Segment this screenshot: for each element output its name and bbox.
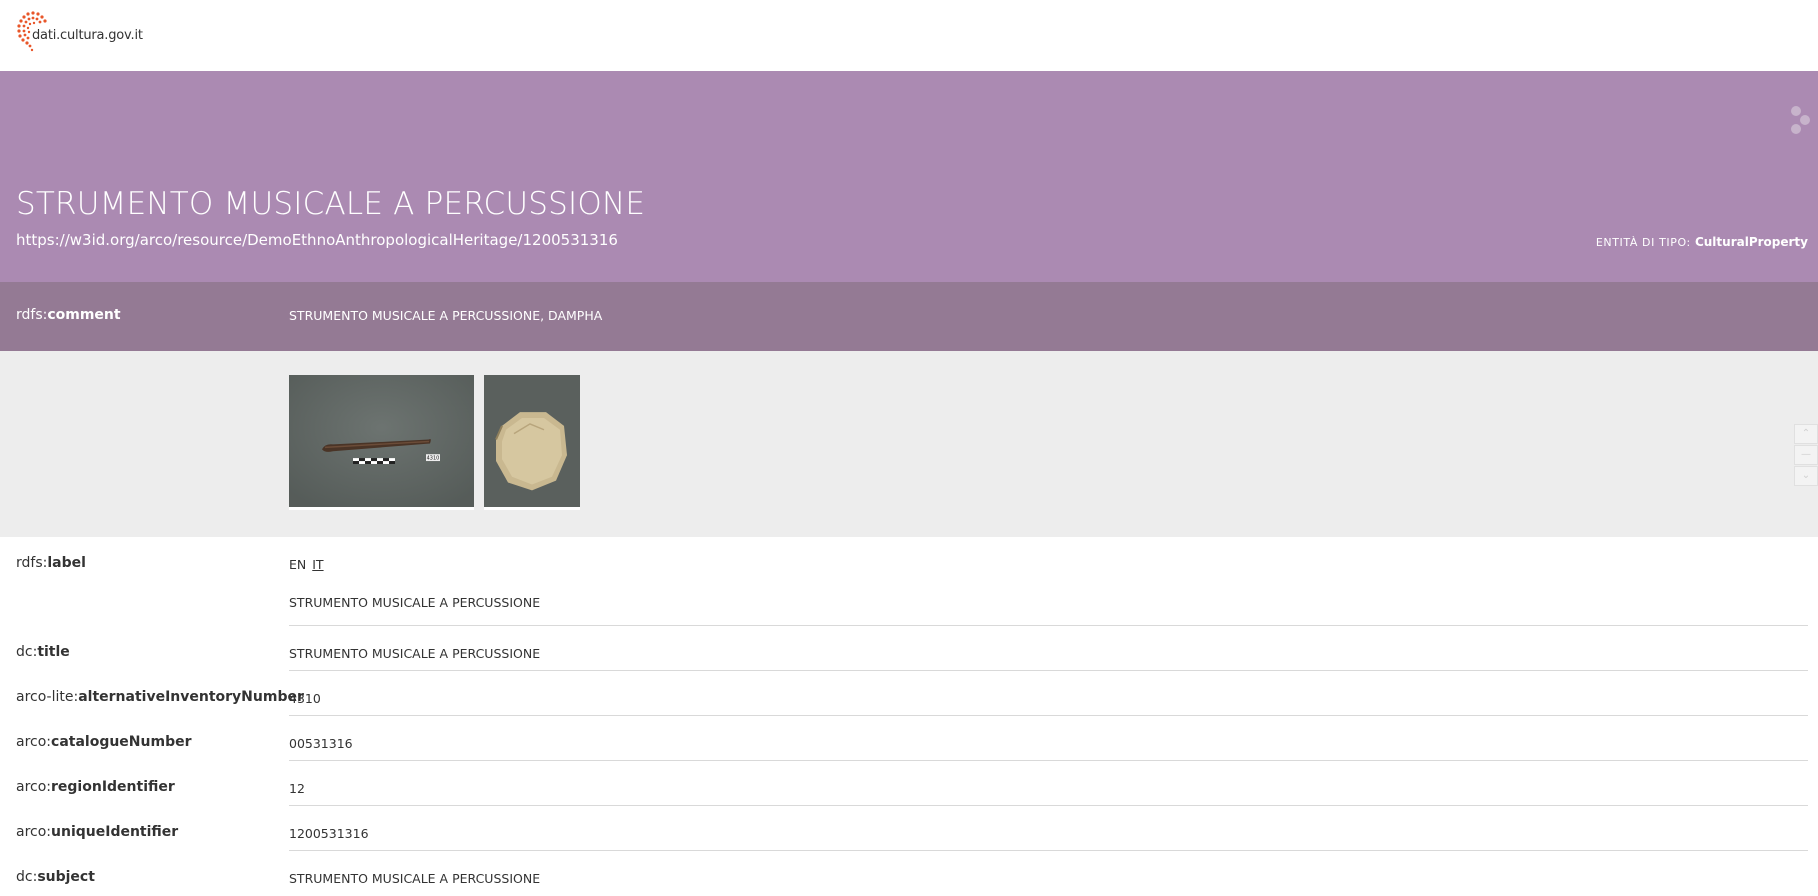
entity-type-value[interactable]: CulturalProperty	[1695, 235, 1808, 249]
table-row: arco:uniqueIdentifier 1200531316	[0, 806, 1818, 851]
page-title: STRUMENTO MUSICALE A PERCUSSIONE	[16, 186, 646, 222]
property-value: 12	[289, 781, 305, 796]
top-bar: dati.cultura.gov.it	[0, 0, 1818, 71]
table-row: rdfs:label EN IT STRUMENTO MUSICALE A PER…	[0, 537, 1818, 626]
table-row: dc:subject STRUMENTO MUSICALE A PERCUSSI…	[0, 851, 1818, 896]
property-value: STRUMENTO MUSICALE A PERCUSSIONE	[289, 595, 541, 610]
language-switch: EN IT	[289, 557, 324, 572]
property-value: STRUMENTO MUSICALE A PERCUSSIONE	[289, 871, 541, 886]
table-row: arco:catalogueNumber 00531316	[0, 716, 1818, 761]
property-value: 1200531316	[289, 826, 369, 841]
scale-tag: 4310	[427, 456, 440, 462]
property-label: rdfs:label	[16, 555, 86, 571]
scroll-middle-icon[interactable]: —	[1794, 445, 1818, 465]
property-label: rdfs:comment	[16, 307, 121, 323]
lang-it-link[interactable]: IT	[312, 557, 323, 572]
comment-row: rdfs:comment STRUMENTO MUSICALE A PERCUS…	[0, 282, 1818, 351]
logo-text: dati.cultura.gov.it	[32, 28, 143, 43]
comment-value: STRUMENTO MUSICALE A PERCUSSIONE, DAMPHA	[289, 308, 603, 323]
gallery-image-drumstick[interactable]: 4310	[289, 375, 474, 510]
property-label: arco-lite:alternativeInventoryNumber	[16, 689, 304, 705]
table-row: dc:title STRUMENTO MUSICALE A PERCUSSION…	[0, 626, 1818, 671]
entity-type-prefix: ENTITÀ DI TIPO:	[1595, 236, 1691, 249]
property-label: arco:regionIdentifier	[16, 779, 175, 795]
property-label: dc:subject	[16, 869, 95, 885]
property-label: arco:catalogueNumber	[16, 734, 192, 750]
property-value: 4310	[289, 691, 321, 706]
scroll-down-icon[interactable]: ⌄	[1794, 466, 1818, 486]
gallery-image-frame-drum[interactable]	[484, 375, 580, 510]
property-label: dc:title	[16, 644, 70, 660]
share-icon[interactable]	[1788, 105, 1810, 135]
table-row: arco:regionIdentifier 12	[0, 761, 1818, 806]
property-value: STRUMENTO MUSICALE A PERCUSSIONE	[289, 646, 541, 661]
entity-uri: https://w3id.org/arco/resource/DemoEthno…	[16, 231, 618, 249]
lang-en[interactable]: EN	[289, 557, 306, 572]
property-table: rdfs:label EN IT STRUMENTO MUSICALE A PER…	[0, 537, 1818, 896]
entity-type: ENTITÀ DI TIPO: CulturalProperty	[1596, 235, 1808, 249]
property-value: 00531316	[289, 736, 353, 751]
entity-header: STRUMENTO MUSICALE A PERCUSSIONE https:/…	[0, 71, 1818, 282]
property-label: arco:uniqueIdentifier	[16, 824, 179, 840]
scroll-nav: ⌃ — ⌄	[1794, 424, 1818, 486]
site-logo[interactable]: dati.cultura.gov.it	[15, 10, 143, 52]
table-row: arco-lite:alternativeInventoryNumber 431…	[0, 671, 1818, 716]
scroll-up-icon[interactable]: ⌃	[1794, 424, 1818, 444]
image-gallery: 4310 ⌃ — ⌄	[0, 351, 1818, 537]
